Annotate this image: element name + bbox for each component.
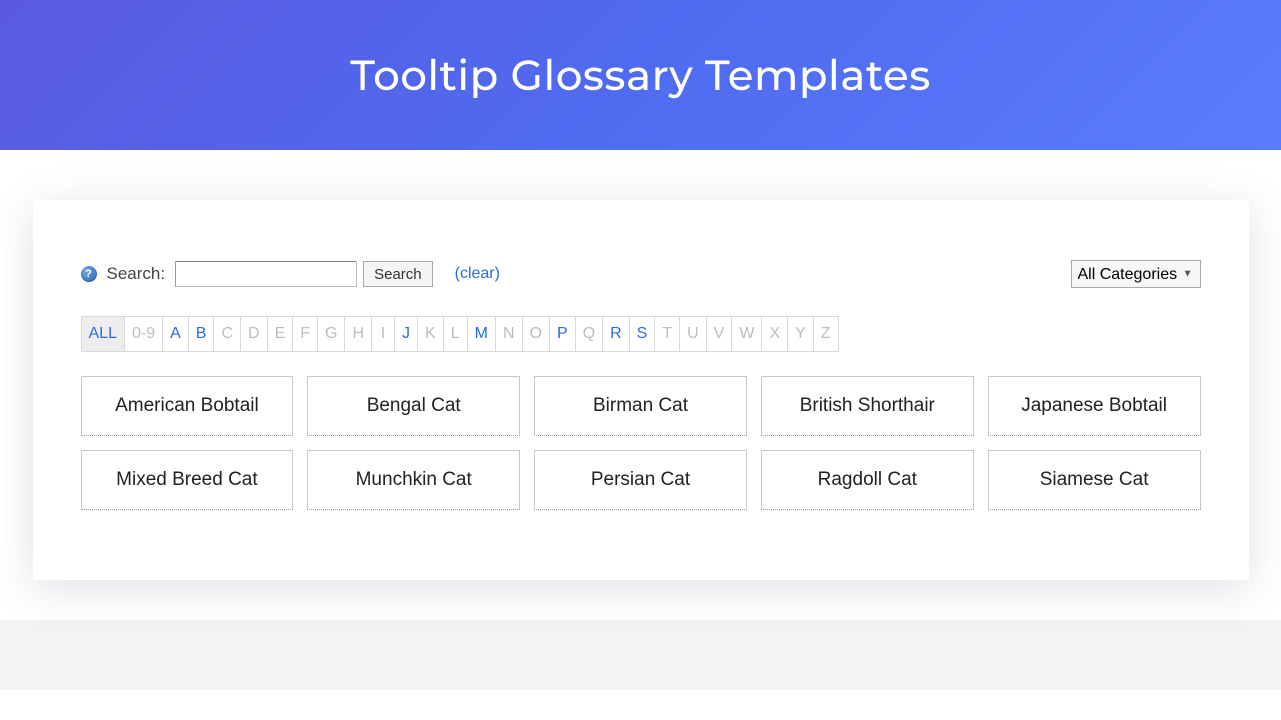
term-tile[interactable]: Persian Cat <box>534 450 747 510</box>
term-tile[interactable]: Birman Cat <box>534 376 747 436</box>
alpha-filter-w: W <box>731 316 762 352</box>
alpha-filter-u: U <box>679 316 707 352</box>
term-tile[interactable]: Siamese Cat <box>988 450 1201 510</box>
toolbar: ? Search: Search (clear) All Categories <box>81 260 1201 288</box>
alpha-filter-z: Z <box>813 316 839 352</box>
alpha-filter-l: L <box>443 316 468 352</box>
term-tile[interactable]: Ragdoll Cat <box>761 450 974 510</box>
alpha-filter-y: Y <box>787 316 814 352</box>
alpha-filter-0-9: 0-9 <box>124 316 163 352</box>
term-tile[interactable]: Mixed Breed Cat <box>81 450 294 510</box>
alphabet-filter: ALL0-9ABCDEFGHIJKLMNOPQRSTUVWXYZ <box>81 316 1201 352</box>
footer-band <box>0 620 1281 690</box>
alpha-filter-x: X <box>761 316 788 352</box>
alpha-filter-e: E <box>267 316 294 352</box>
alpha-filter-n: N <box>495 316 523 352</box>
alpha-filter-a[interactable]: A <box>162 316 189 352</box>
alpha-filter-r[interactable]: R <box>602 316 630 352</box>
term-tile[interactable]: American Bobtail <box>81 376 294 436</box>
term-tile[interactable]: Japanese Bobtail <box>988 376 1201 436</box>
term-tile[interactable]: British Shorthair <box>761 376 974 436</box>
alpha-filter-i: I <box>371 316 395 352</box>
glossary-card: ? Search: Search (clear) All Categories … <box>33 200 1249 580</box>
search-input[interactable] <box>175 261 357 287</box>
alpha-filter-h: H <box>344 316 372 352</box>
alpha-filter-k: K <box>417 316 444 352</box>
alpha-filter-all[interactable]: ALL <box>81 316 125 352</box>
alpha-filter-f: F <box>292 316 318 352</box>
hero-banner: Tooltip Glossary Templates <box>0 0 1281 150</box>
term-tile[interactable]: Bengal Cat <box>307 376 520 436</box>
alpha-filter-s[interactable]: S <box>629 316 656 352</box>
alpha-filter-b[interactable]: B <box>188 316 215 352</box>
alpha-filter-q: Q <box>575 316 603 352</box>
page-title: Tooltip Glossary Templates <box>350 49 931 101</box>
help-icon[interactable]: ? <box>81 266 97 282</box>
alpha-filter-c: C <box>213 316 241 352</box>
alpha-filter-d: D <box>240 316 268 352</box>
term-grid: American BobtailBengal CatBirman CatBrit… <box>81 376 1201 510</box>
search-button[interactable]: Search <box>363 261 433 287</box>
alpha-filter-m[interactable]: M <box>467 316 496 352</box>
alpha-filter-t: T <box>654 316 680 352</box>
alpha-filter-v: V <box>706 316 733 352</box>
alpha-filter-p[interactable]: P <box>549 316 576 352</box>
search-group: ? Search: Search (clear) <box>81 261 500 287</box>
search-label: Search: <box>107 264 166 284</box>
alpha-filter-g: G <box>317 316 345 352</box>
alpha-filter-j[interactable]: J <box>394 316 418 352</box>
category-select-wrap: All Categories <box>1071 260 1201 288</box>
alpha-filter-o: O <box>522 316 550 352</box>
category-select[interactable]: All Categories <box>1071 260 1201 288</box>
term-tile[interactable]: Munchkin Cat <box>307 450 520 510</box>
clear-link[interactable]: (clear) <box>455 265 500 283</box>
